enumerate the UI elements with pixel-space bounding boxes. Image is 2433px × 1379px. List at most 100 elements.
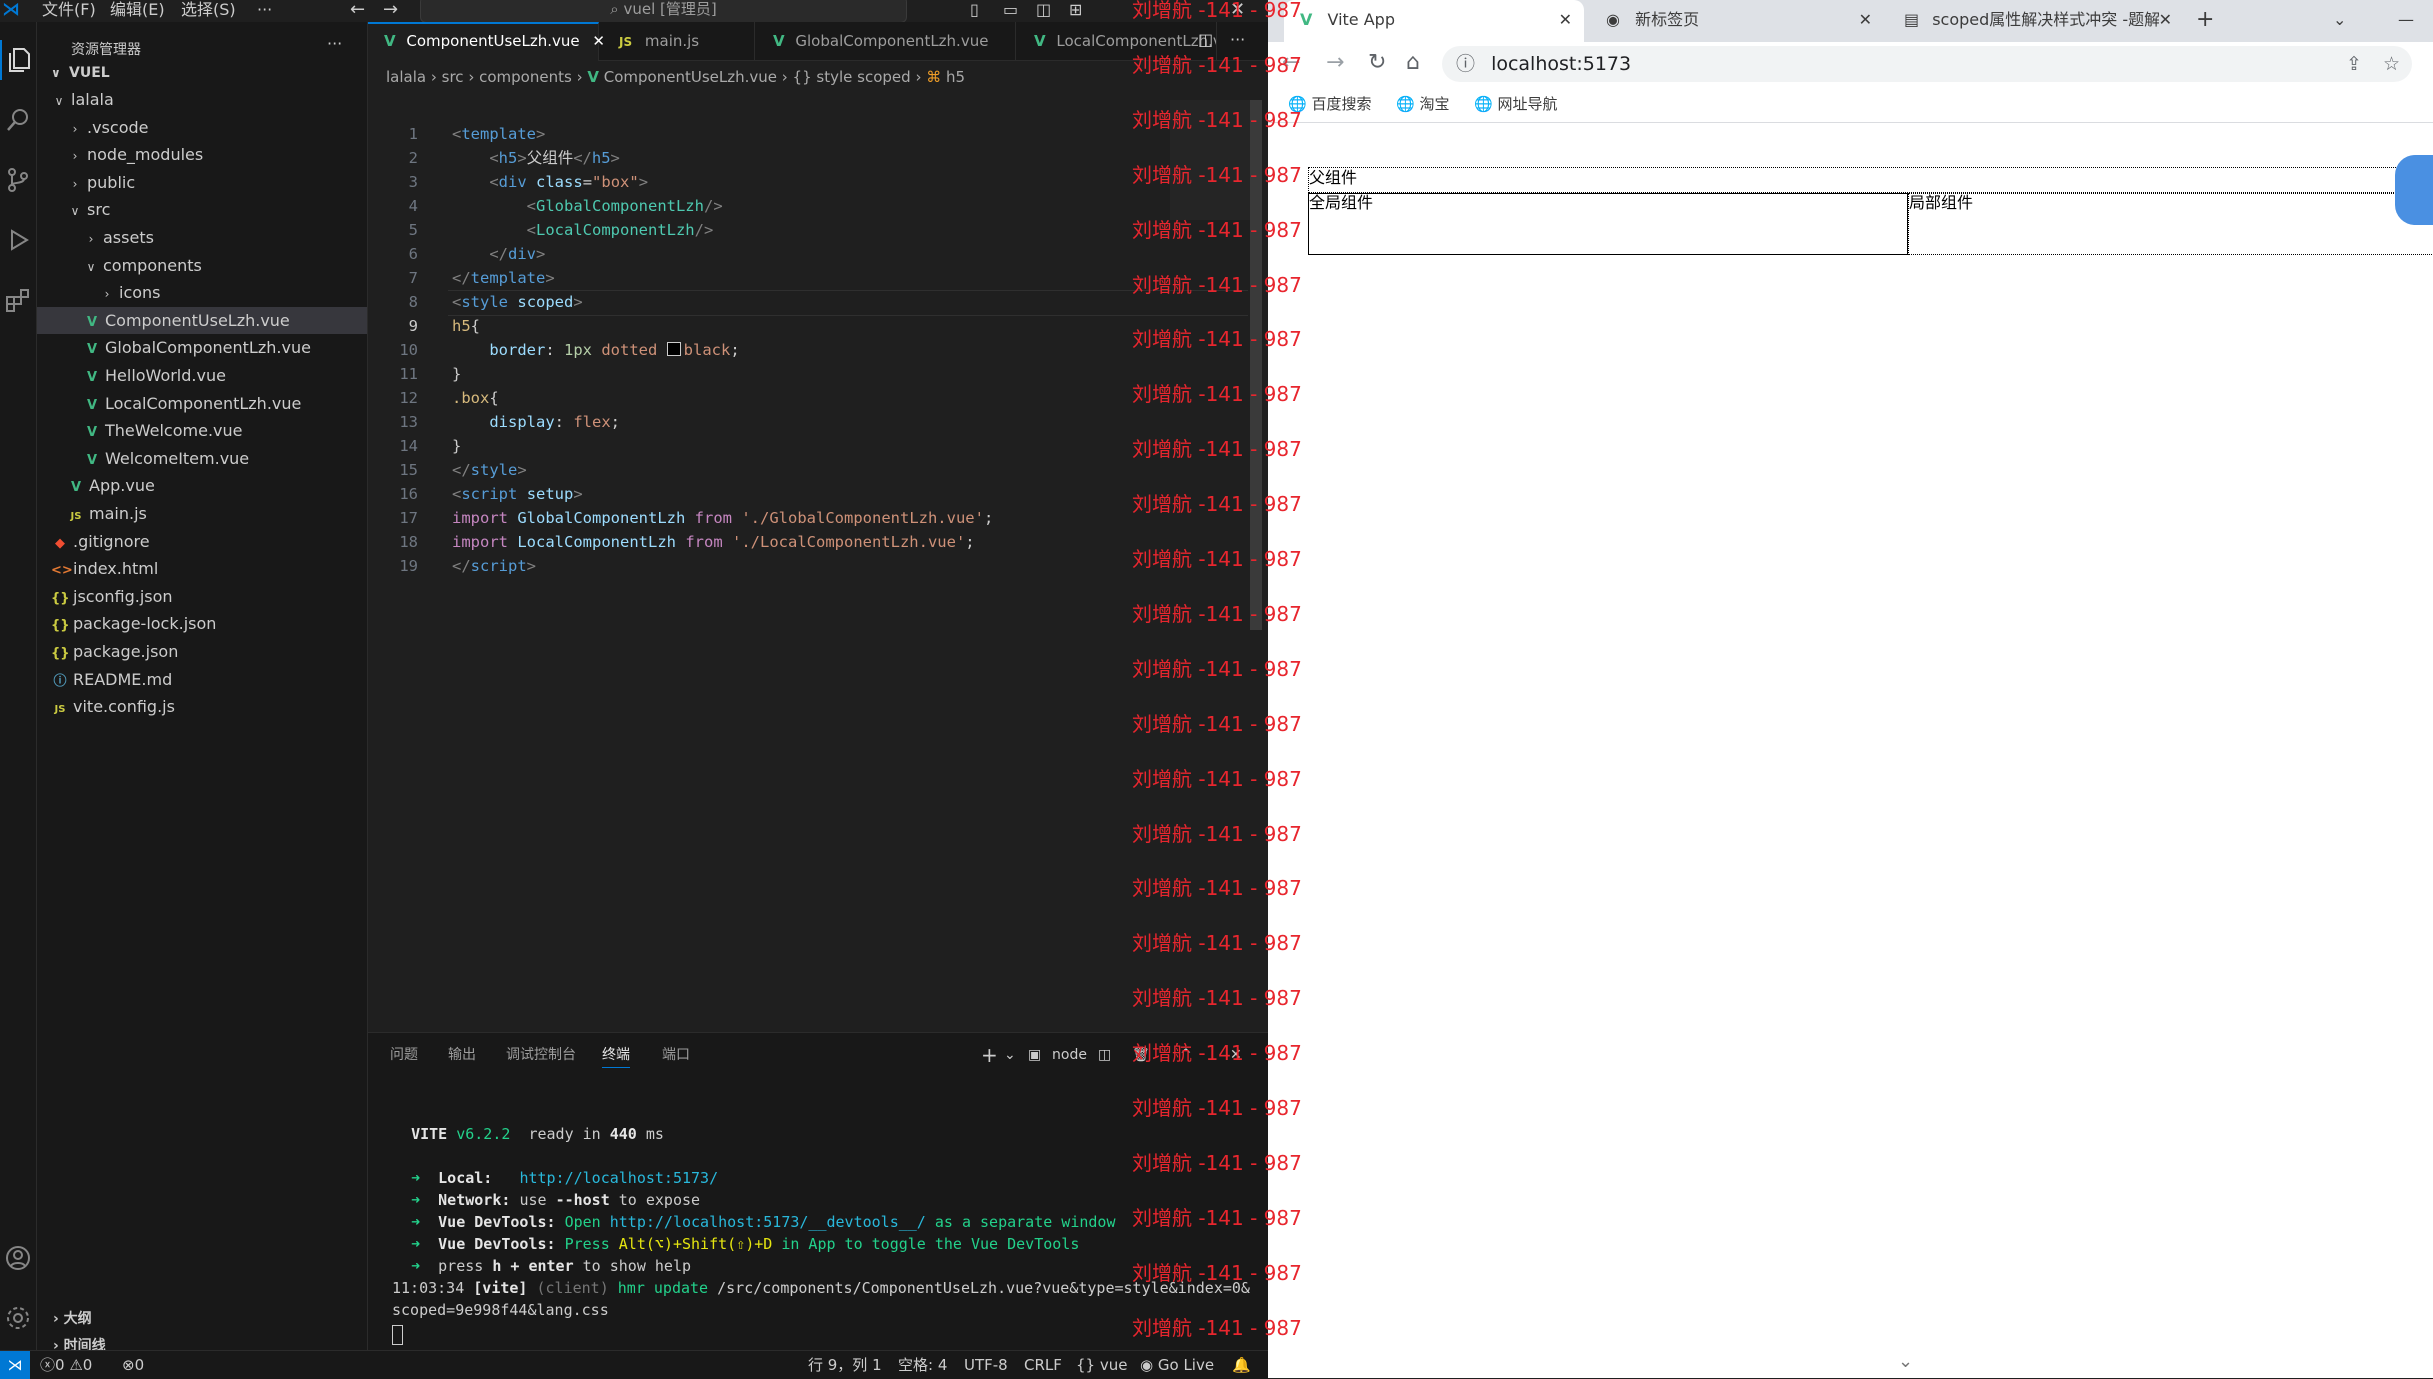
tree-item[interactable]: ∨ lalala — [37, 86, 367, 113]
toggle-sidebar-icon[interactable]: ▯ — [970, 0, 979, 20]
tab-main-js[interactable]: JS main.js — [599, 22, 755, 60]
tree-item[interactable]: › assets — [37, 224, 367, 251]
menu-selection[interactable]: 选择(S) — [181, 0, 236, 20]
encoding[interactable]: UTF-8 — [964, 1351, 1008, 1379]
layout-icon[interactable]: ⊞ — [1069, 0, 1082, 20]
tree-item[interactable]: ∨ components — [37, 252, 367, 279]
global-component-box: 全局组件 — [1308, 193, 1908, 255]
menu-more[interactable]: ··· — [257, 0, 272, 20]
chevron-down-icon[interactable]: ⌄ — [1004, 1043, 1016, 1067]
close-tab-icon[interactable]: ✕ — [1859, 0, 1872, 40]
reload-icon[interactable]: ↻ — [1368, 50, 1386, 75]
breadcrumb-item[interactable]: components — [479, 68, 572, 86]
tab-globalcomponentlzh[interactable]: V GlobalComponentLzh.vue — [755, 22, 1016, 60]
tree-item[interactable]: V HelloWorld.vue — [37, 362, 367, 389]
tab-ports[interactable]: 端口 — [662, 1043, 690, 1067]
explorer-icon[interactable] — [0, 40, 38, 80]
menu-file[interactable]: 文件(F) — [42, 0, 96, 20]
tree-item[interactable]: V ComponentUseLzh.vue — [37, 306, 367, 334]
command-center-search[interactable]: ⌕ vuel [管理员] — [420, 0, 907, 23]
chevron-down-icon: ∨ — [86, 259, 96, 274]
tree-item[interactable]: {} package-lock.json — [37, 610, 367, 637]
toggle-panel-icon[interactable]: ▭ — [1003, 0, 1018, 20]
terminal-shell-label[interactable]: node — [1052, 1043, 1087, 1067]
account-icon[interactable] — [0, 1238, 36, 1278]
tree-item[interactable]: V TheWelcome.vue — [37, 417, 367, 444]
tree-item[interactable]: ⓘ README.md — [37, 666, 367, 693]
source-control-icon[interactable] — [0, 160, 36, 200]
tab-componentuselzh[interactable]: V ComponentUseLzh.vue ✕ — [368, 22, 605, 61]
watermark-text: 刘增航 -141 - 987 — [1132, 547, 1302, 571]
browser-tab-scoped[interactable]: ▤ scoped属性解决样式冲突 -题解 ✕ — [1884, 0, 2184, 42]
new-terminal-button[interactable]: + — [981, 1043, 998, 1067]
outline-section[interactable]: › 大纲 — [53, 1306, 92, 1332]
tree-item[interactable]: ∨ src — [37, 196, 367, 223]
tree-item[interactable]: › icons — [37, 279, 367, 306]
go-live-button[interactable]: ◉ Go Live — [1140, 1351, 1214, 1379]
tree-item-label: package.json — [73, 642, 179, 661]
tree-item[interactable]: V LocalComponentLzh.vue — [37, 390, 367, 417]
browser-tab-new[interactable]: ◉ 新标签页 ✕ — [1584, 0, 1884, 42]
run-debug-icon[interactable] — [0, 220, 36, 260]
bookmark-star-icon[interactable]: ☆ — [2383, 46, 2400, 82]
floating-shield-icon[interactable] — [2395, 155, 2433, 225]
tree-item[interactable]: JS vite.config.js — [37, 693, 367, 720]
explorer-more-button[interactable]: ··· — [327, 34, 342, 53]
more-actions-icon[interactable]: ··· — [1230, 30, 1245, 49]
tree-item[interactable]: <>index.html — [37, 555, 367, 582]
notifications-bell-icon[interactable]: 🔔 — [1232, 1351, 1251, 1379]
indentation[interactable]: 空格: 4 — [898, 1351, 947, 1379]
remote-icon[interactable]: ⋊ — [0, 1351, 30, 1379]
cursor-position[interactable]: 行 9，列 1 — [808, 1351, 882, 1379]
problems-indicator[interactable]: ⓧ0 ⚠0 — [40, 1351, 92, 1379]
menu-edit[interactable]: 编辑(E) — [110, 0, 165, 20]
tab-terminal[interactable]: 终端 — [602, 1043, 630, 1068]
workspace-root[interactable]: ∨ VUEL — [37, 60, 367, 87]
back-arrow-icon[interactable]: ← — [350, 0, 365, 20]
breadcrumb-item[interactable]: ComponentUseLzh.vue — [604, 68, 777, 86]
language-mode[interactable]: {} vue — [1076, 1351, 1128, 1379]
tab-search-icon[interactable]: ⌄ — [2333, 0, 2346, 42]
split-terminal-icon[interactable]: ◫ — [1098, 1043, 1111, 1067]
bookmark-nav[interactable]: 🌐 网址导航 — [1474, 86, 1557, 122]
tree-item[interactable]: › .vscode — [37, 114, 367, 141]
tree-item[interactable]: JS main.js — [37, 500, 367, 527]
settings-gear-icon[interactable] — [0, 1298, 36, 1338]
search-icon[interactable] — [0, 100, 36, 140]
tree-item[interactable]: {} jsconfig.json — [37, 583, 367, 610]
forward-arrow-icon[interactable]: → — [383, 0, 398, 20]
tab-problems[interactable]: 问题 — [390, 1043, 418, 1067]
minimize-icon[interactable]: — — [2398, 0, 2414, 42]
file-type-icon: <> — [51, 563, 73, 579]
share-icon[interactable]: ⇪ — [2346, 46, 2362, 82]
site-info-icon[interactable]: ⓘ — [1456, 53, 1475, 75]
tab-debug-console[interactable]: 调试控制台 — [506, 1043, 576, 1067]
breadcrumb-item[interactable]: {} style scoped — [793, 68, 911, 86]
tree-item[interactable]: › node_modules — [37, 141, 367, 168]
forward-arrow-icon[interactable]: → — [1326, 50, 1344, 75]
breadcrumb-item[interactable]: src — [442, 68, 464, 86]
tree-item[interactable]: V WelcomeItem.vue — [37, 445, 367, 472]
close-tab-icon[interactable]: ✕ — [2158, 0, 2172, 40]
line-ending[interactable]: CRLF — [1024, 1351, 1062, 1379]
toggle-secondary-icon[interactable]: ◫ — [1036, 0, 1051, 20]
tree-item[interactable]: V GlobalComponentLzh.vue — [37, 334, 367, 361]
tree-item[interactable]: {} package.json — [37, 638, 367, 665]
address-bar[interactable]: ⓘ localhost:5173 ⇪ ☆ — [1442, 46, 2412, 82]
browser-tab-vite-app[interactable]: V Vite App ✕ — [1284, 0, 1584, 42]
ports-indicator[interactable]: ⊗0 — [122, 1351, 144, 1379]
breadcrumb-item[interactable]: lalala — [386, 68, 426, 86]
chevron-down-icon[interactable]: ⌄ — [1898, 1351, 1913, 1372]
breadcrumb-item[interactable]: h5 — [946, 68, 965, 86]
close-tab-icon[interactable]: ✕ — [1559, 0, 1572, 40]
tree-item[interactable]: V App.vue — [37, 472, 367, 499]
tree-item[interactable]: ◆ .gitignore — [37, 528, 367, 555]
new-tab-button[interactable]: + — [2196, 0, 2214, 42]
split-editor-icon[interactable]: ◫ — [1198, 30, 1213, 49]
bookmark-taobao[interactable]: 🌐 淘宝 — [1396, 86, 1449, 122]
tree-item[interactable]: › public — [37, 169, 367, 196]
home-icon[interactable]: ⌂ — [1406, 50, 1420, 75]
tab-output[interactable]: 输出 — [448, 1043, 476, 1067]
color-swatch[interactable] — [666, 342, 681, 356]
extensions-icon[interactable] — [0, 280, 36, 320]
